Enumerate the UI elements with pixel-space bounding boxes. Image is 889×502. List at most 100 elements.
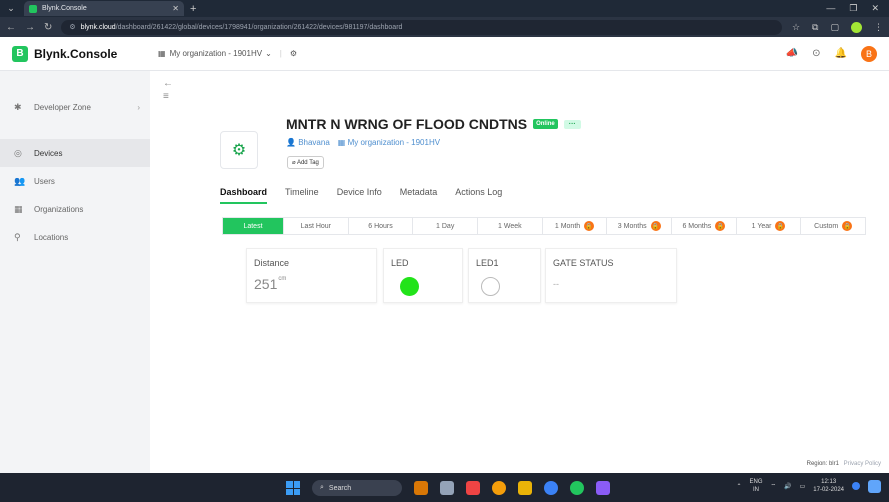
range-6-months[interactable]: 6 Months 🔒 — [672, 218, 737, 234]
tab-timeline[interactable]: Timeline — [285, 187, 319, 204]
media-app-icon[interactable] — [466, 481, 480, 495]
range-1-day[interactable]: 1 Day — [413, 218, 479, 234]
range-last-hour[interactable]: Last Hour — [284, 218, 349, 234]
forward-icon[interactable]: → — [25, 22, 35, 33]
range-latest[interactable]: Latest — [223, 218, 284, 234]
url-path: /dashboard/261422/global/devices/1798941… — [115, 23, 403, 31]
minimize-icon[interactable]: — — [826, 3, 835, 14]
browser-tabbar: ⌄ Blynk.Console ✕ + — ❐ ✕ — [0, 0, 889, 17]
device-title: MNTR N WRNG OF FLOOD CNDTNS — [286, 116, 528, 132]
brand[interactable]: B Blynk.Console — [0, 45, 150, 62]
tab-dashboard[interactable]: Dashboard — [220, 187, 268, 204]
range-6-hours[interactable]: 6 Hours — [349, 218, 414, 234]
building-icon: ▦ — [337, 138, 348, 147]
taskbar-apps: ⌕ Search — [286, 480, 610, 496]
sidebar: ✱ Developer Zone › ◎ Devices 👥 Users ▦ O… — [0, 71, 150, 473]
help-icon[interactable]: ⊙ — [812, 48, 820, 59]
site-info-icon[interactable]: ⚙ — [69, 23, 75, 31]
device-org-link[interactable]: ▦ My organization - 1901HV — [338, 138, 440, 147]
range-label: 3 Months — [617, 222, 647, 230]
arduino-icon[interactable] — [596, 481, 610, 495]
browser-edge-icon[interactable] — [544, 481, 558, 495]
address-bar[interactable]: ⚙ blynk.cloud/dashboard/261422/global/de… — [61, 19, 782, 35]
split-view-icon[interactable]: ▢ — [830, 22, 839, 33]
tray-chevron-icon[interactable]: ⌃ — [736, 483, 741, 490]
whatsapp-icon[interactable] — [570, 481, 584, 495]
tab-metadata[interactable]: Metadata — [400, 187, 438, 204]
led-indicator-off — [481, 277, 500, 296]
bookmark-star-icon[interactable]: ☆ — [792, 22, 800, 33]
widget-title: LED — [391, 258, 409, 268]
restore-icon[interactable]: ❐ — [849, 3, 857, 14]
copilot-icon[interactable] — [868, 479, 881, 493]
tab-device-info[interactable]: Device Info — [337, 187, 382, 204]
chrome-icon[interactable] — [492, 481, 506, 495]
back-arrow-icon[interactable]: ← — [163, 77, 173, 90]
search-icon: ⌕ — [320, 484, 324, 491]
user-icon: 👤 — [286, 138, 299, 147]
sidebar-item-organizations[interactable]: ▦ Organizations — [0, 195, 150, 223]
widget-led[interactable]: LED — [383, 248, 463, 303]
avatar[interactable]: B — [861, 45, 877, 62]
sidebar-item-locations[interactable]: ⚲ Locations — [0, 223, 150, 251]
extensions-icon[interactable]: ⧉ — [812, 22, 818, 33]
range-custom[interactable]: Custom 🔒 — [801, 218, 865, 234]
range-1-week[interactable]: 1 Week — [478, 218, 543, 234]
tab-list-icon[interactable]: ⌄ — [4, 2, 18, 16]
device-tabs: Dashboard Timeline Device Info Metadata … — [220, 187, 502, 204]
header-actions: 📣 ⊙ 🔔 B — [786, 45, 889, 62]
reload-icon[interactable]: ↻ — [44, 22, 52, 33]
sidebar-item-label: Locations — [34, 232, 69, 242]
tab-actions-log[interactable]: Actions Log — [455, 187, 502, 204]
profile-icon[interactable] — [851, 21, 862, 33]
sidebar-item-devices[interactable]: ◎ Devices — [0, 139, 150, 167]
battery-icon[interactable]: ▭ — [800, 483, 806, 490]
new-tab-icon[interactable]: + — [190, 3, 196, 15]
range-3-months[interactable]: 3 Months 🔒 — [607, 218, 673, 234]
widgets-app-icon[interactable] — [414, 481, 428, 495]
back-icon[interactable]: ← — [6, 22, 16, 33]
range-1-month[interactable]: 1 Month 🔒 — [543, 218, 608, 234]
users-icon: 👥 — [14, 175, 26, 186]
wifi-icon[interactable]: ⌔ — [771, 482, 777, 490]
system-tray: ⌃ ENG IN ⌔ 🔊 ▭ 12:13 17-02-2024 — [736, 478, 881, 494]
sidebar-item-label: Devices — [34, 148, 63, 158]
widget-led1[interactable]: LED1 — [468, 248, 541, 303]
menu-icon[interactable]: ⋮ — [874, 22, 883, 33]
org-selector[interactable]: ▦ My organization - 1901HV ⌄ | ⚙ — [150, 49, 297, 58]
distance-unit: cm — [278, 276, 287, 282]
sidebar-item-users[interactable]: 👥 Users — [0, 167, 150, 195]
footer: Region: blr1 Privacy Policy — [807, 461, 881, 467]
org-settings-icon[interactable]: ⚙ — [290, 49, 297, 58]
add-tag-button[interactable]: ⌀ Add Tag — [287, 156, 324, 169]
range-label: 6 Months — [682, 222, 712, 230]
windows-start-icon[interactable] — [286, 481, 300, 495]
clock[interactable]: 12:13 17-02-2024 — [813, 478, 844, 494]
owner-name: Bhavana — [298, 138, 330, 147]
language-indicator[interactable]: ENG IN — [749, 478, 762, 494]
led-indicator-on — [400, 277, 419, 296]
file-explorer-icon[interactable] — [440, 481, 454, 495]
range-1-year[interactable]: 1 Year 🔒 — [737, 218, 802, 234]
hamburger-menu-icon[interactable]: ≡ — [163, 90, 173, 103]
devices-icon: ◎ — [14, 147, 22, 158]
owner-link[interactable]: 👤 Bhavana — [286, 138, 330, 147]
notifications-icon[interactable]: 🔔 — [835, 48, 847, 59]
clock-date: 17-02-2024 — [813, 487, 844, 493]
announcements-icon[interactable]: 📣 — [786, 48, 798, 59]
folder-icon[interactable] — [518, 481, 532, 495]
taskbar-search[interactable]: ⌕ Search — [312, 480, 402, 496]
range-label: 1 Year — [751, 222, 772, 230]
range-label: 1 Month — [554, 222, 581, 230]
search-label: Search — [328, 484, 352, 492]
url-host: blynk.cloud — [80, 23, 116, 31]
widget-gate-status[interactable]: GATE STATUS -- — [545, 248, 677, 303]
browser-tab[interactable]: Blynk.Console ✕ — [24, 1, 184, 16]
more-actions-button[interactable]: ··· — [563, 119, 581, 129]
sidebar-item-developer-zone[interactable]: ✱ Developer Zone › — [0, 93, 150, 121]
widget-distance[interactable]: Distance 251cm — [246, 248, 377, 303]
close-tab-icon[interactable]: ✕ — [172, 4, 179, 13]
privacy-policy-link[interactable]: Privacy Policy — [844, 461, 881, 467]
close-window-icon[interactable]: ✕ — [871, 3, 879, 14]
volume-icon[interactable]: 🔊 — [784, 483, 791, 490]
